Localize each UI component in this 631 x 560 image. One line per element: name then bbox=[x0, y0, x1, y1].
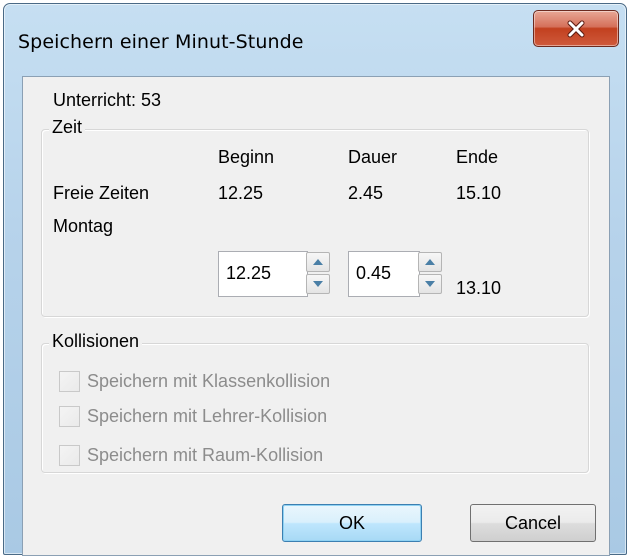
close-icon bbox=[566, 20, 586, 38]
begin-input-value: 12.25 bbox=[226, 263, 272, 283]
teacher-collision-label: Speichern mit Lehrer-Kollision bbox=[87, 406, 328, 426]
room-collision-checkbox[interactable] bbox=[59, 445, 80, 466]
class-collision-label: Speichern mit Klassenkollision bbox=[87, 371, 331, 391]
duration-spinner bbox=[418, 252, 444, 296]
free-end-value: 15.10 bbox=[456, 183, 502, 203]
header-begin: Beginn bbox=[218, 147, 275, 167]
dialog-window: Speichern einer Minut-Stunde Unterricht:… bbox=[3, 3, 627, 556]
window-title: Speichern einer Minut-Stunde bbox=[18, 31, 304, 53]
duration-spin-down-button[interactable] bbox=[418, 274, 442, 294]
close-button[interactable] bbox=[533, 10, 619, 47]
duration-spin-up-button[interactable] bbox=[418, 252, 442, 272]
chevron-down-icon bbox=[313, 281, 323, 287]
begin-spin-down-button[interactable] bbox=[306, 274, 330, 294]
header-end: Ende bbox=[456, 147, 499, 167]
begin-input[interactable]: 12.25 bbox=[218, 251, 308, 297]
begin-spin-up-button[interactable] bbox=[306, 252, 330, 272]
zeit-legend: Zeit bbox=[49, 116, 86, 138]
chevron-down-icon bbox=[425, 281, 435, 287]
collisions-legend: Kollisionen bbox=[49, 330, 143, 352]
chevron-up-icon bbox=[313, 259, 323, 265]
free-duration-value: 2.45 bbox=[348, 183, 384, 203]
cancel-button[interactable]: Cancel bbox=[470, 504, 596, 542]
header-duration: Dauer bbox=[348, 147, 398, 167]
begin-spinner bbox=[306, 252, 332, 296]
room-collision-label: Speichern mit Raum-Kollision bbox=[87, 445, 324, 465]
duration-input-value: 0.45 bbox=[356, 263, 392, 283]
teacher-collision-checkbox[interactable] bbox=[59, 406, 80, 427]
computed-end-value: 13.10 bbox=[456, 278, 502, 298]
class-collision-checkbox[interactable] bbox=[59, 371, 80, 392]
free-times-label: Freie Zeiten bbox=[53, 183, 150, 203]
day-label: Montag bbox=[53, 216, 114, 236]
ok-button[interactable]: OK bbox=[282, 504, 422, 542]
lesson-label: Unterricht: 53 bbox=[53, 90, 162, 110]
duration-input[interactable]: 0.45 bbox=[348, 251, 420, 297]
chevron-up-icon bbox=[425, 259, 435, 265]
dialog-client-area: Unterricht: 53 Zeit Beginn Dauer Ende Fr… bbox=[22, 76, 610, 556]
free-begin-value: 12.25 bbox=[218, 183, 264, 203]
